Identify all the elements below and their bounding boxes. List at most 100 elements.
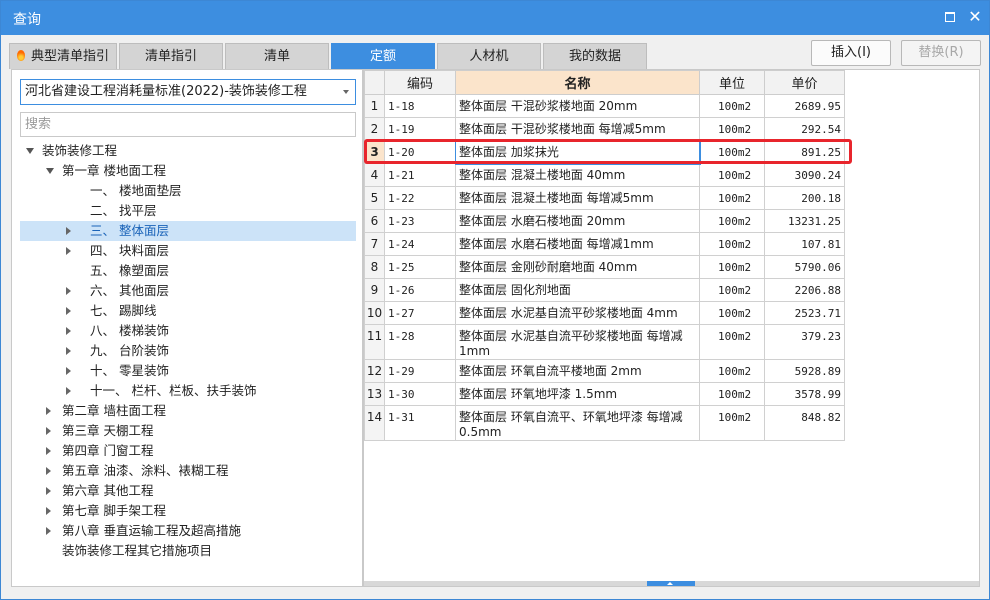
cell-name[interactable]: 整体面层 干混砂浆楼地面 每增减5mm: [455, 117, 700, 141]
collapsed-arrow-icon[interactable]: [66, 287, 71, 295]
cell-code[interactable]: 1-31: [384, 405, 456, 441]
col-header-unit[interactable]: 单位: [699, 70, 765, 95]
scroll-grip[interactable]: [647, 581, 695, 586]
expanded-arrow-icon[interactable]: [26, 148, 34, 154]
tree-node[interactable]: 第二章 墙柱面工程: [12, 401, 362, 421]
row-index[interactable]: 11: [364, 324, 385, 360]
horizontal-scrollbar[interactable]: [364, 581, 979, 586]
tab-typical-bill-guide[interactable]: 典型清单指引: [9, 43, 117, 69]
table-row[interactable]: 11 1-28 整体面层 水泥基自流平砂浆楼地面 每增减1mm 100m2 379.23: [364, 324, 845, 360]
cell-code[interactable]: 1-22: [384, 186, 456, 210]
row-index[interactable]: 10: [364, 301, 385, 325]
row-index[interactable]: 4: [364, 163, 385, 187]
table-row[interactable]: 13 1-30 整体面层 环氧地坪漆 1.5mm 100m2 3578.99: [364, 382, 845, 406]
tree-node[interactable]: 八、 楼梯装饰: [12, 321, 362, 341]
cell-price[interactable]: 379.23: [764, 324, 845, 360]
tree-node[interactable]: 六、 其他面层: [12, 281, 362, 301]
collapsed-arrow-icon[interactable]: [46, 407, 51, 415]
tab-labor-material-machine[interactable]: 人材机: [437, 43, 541, 69]
cell-name[interactable]: 整体面层 环氧地坪漆 1.5mm: [455, 382, 700, 406]
cell-unit[interactable]: 100m2: [699, 209, 765, 233]
cell-name[interactable]: 整体面层 金刚砂耐磨地面 40mm: [455, 255, 700, 279]
cell-price[interactable]: 848.82: [764, 405, 845, 441]
collapsed-arrow-icon[interactable]: [66, 227, 71, 235]
cell-code[interactable]: 1-18: [384, 94, 456, 118]
tree-node[interactable]: 第六章 其他工程: [12, 481, 362, 501]
cell-code[interactable]: 1-19: [384, 117, 456, 141]
tree-node[interactable]: 九、 台阶装饰: [12, 341, 362, 361]
cell-price[interactable]: 292.54: [764, 117, 845, 141]
cell-code[interactable]: 1-29: [384, 359, 456, 383]
table-row[interactable]: 7 1-24 整体面层 水磨石楼地面 每增减1mm 100m2 107.81: [364, 232, 845, 256]
cell-unit[interactable]: 100m2: [699, 117, 765, 141]
cell-unit[interactable]: 100m2: [699, 324, 765, 360]
collapsed-arrow-icon[interactable]: [46, 487, 51, 495]
title-bar[interactable]: 查询 ✕: [1, 1, 989, 35]
collapsed-arrow-icon[interactable]: [66, 367, 71, 375]
tree-node[interactable]: 装饰装修工程: [12, 141, 362, 161]
cell-code[interactable]: 1-23: [384, 209, 456, 233]
row-index[interactable]: 5: [364, 186, 385, 210]
cell-name[interactable]: 整体面层 混凝土楼地面 每增减5mm: [455, 186, 700, 210]
row-index[interactable]: 2: [364, 117, 385, 141]
tree-node[interactable]: 第一章 楼地面工程: [12, 161, 362, 181]
tree-node[interactable]: 一、 楼地面垫层: [12, 181, 362, 201]
collapsed-arrow-icon[interactable]: [66, 327, 71, 335]
tree-node[interactable]: 三、 整体面层: [20, 221, 356, 241]
cell-price[interactable]: 3090.24: [764, 163, 845, 187]
tree-node[interactable]: 装饰装修工程其它措施项目: [12, 541, 362, 561]
cell-name[interactable]: 整体面层 混凝土楼地面 40mm: [455, 163, 700, 187]
tree-node[interactable]: 七、 踢脚线: [12, 301, 362, 321]
cell-unit[interactable]: 100m2: [699, 382, 765, 406]
cell-name[interactable]: 整体面层 干混砂浆楼地面 20mm: [455, 94, 700, 118]
cell-name[interactable]: 整体面层 水磨石楼地面 每增减1mm: [455, 232, 700, 256]
row-index[interactable]: 3: [364, 140, 385, 164]
col-header-code[interactable]: 编码: [384, 70, 456, 95]
table-row[interactable]: 12 1-29 整体面层 环氧自流平楼地面 2mm 100m2 5928.89: [364, 359, 845, 383]
tree-node[interactable]: 十、 零星装饰: [12, 361, 362, 381]
cell-unit[interactable]: 100m2: [699, 94, 765, 118]
cell-name[interactable]: 整体面层 环氧自流平楼地面 2mm: [455, 359, 700, 383]
table-row[interactable]: 9 1-26 整体面层 固化剂地面 100m2 2206.88: [364, 278, 845, 302]
cell-unit[interactable]: 100m2: [699, 140, 765, 164]
tab-my-data[interactable]: 我的数据: [543, 43, 647, 69]
tab-quota[interactable]: 定额: [331, 43, 435, 69]
row-index[interactable]: 8: [364, 255, 385, 279]
cell-unit[interactable]: 100m2: [699, 232, 765, 256]
collapsed-arrow-icon[interactable]: [66, 307, 71, 315]
cell-price[interactable]: 200.18: [764, 186, 845, 210]
cell-code[interactable]: 1-21: [384, 163, 456, 187]
replace-button[interactable]: 替换(R): [901, 40, 981, 66]
cell-unit[interactable]: 100m2: [699, 163, 765, 187]
insert-button[interactable]: 插入(I): [811, 40, 891, 66]
cell-unit[interactable]: 100m2: [699, 278, 765, 302]
cell-unit[interactable]: 100m2: [699, 186, 765, 210]
table-row[interactable]: 6 1-23 整体面层 水磨石楼地面 20mm 100m2 13231.25: [364, 209, 845, 233]
collapsed-arrow-icon[interactable]: [66, 247, 71, 255]
collapsed-arrow-icon[interactable]: [46, 467, 51, 475]
col-header-name[interactable]: 名称: [455, 70, 700, 95]
row-index[interactable]: 12: [364, 359, 385, 383]
row-index[interactable]: 6: [364, 209, 385, 233]
row-index[interactable]: 7: [364, 232, 385, 256]
tab-bill-guide[interactable]: 清单指引: [119, 43, 223, 69]
tree-node[interactable]: 第四章 门窗工程: [12, 441, 362, 461]
collapsed-arrow-icon[interactable]: [46, 447, 51, 455]
collapsed-arrow-icon[interactable]: [66, 387, 71, 395]
row-index[interactable]: 1: [364, 94, 385, 118]
cell-price[interactable]: 2206.88: [764, 278, 845, 302]
expanded-arrow-icon[interactable]: [46, 168, 54, 174]
cell-name[interactable]: 整体面层 环氧自流平、环氧地坪漆 每增减0.5mm: [455, 405, 700, 441]
cell-code[interactable]: 1-20: [384, 140, 456, 164]
collapsed-arrow-icon[interactable]: [66, 347, 71, 355]
row-index[interactable]: 14: [364, 405, 385, 441]
tree-node[interactable]: 第七章 脚手架工程: [12, 501, 362, 521]
cell-name[interactable]: 整体面层 固化剂地面: [455, 278, 700, 302]
table-row[interactable]: 14 1-31 整体面层 环氧自流平、环氧地坪漆 每增减0.5mm 100m2 848.…: [364, 405, 845, 441]
table-row[interactable]: 5 1-22 整体面层 混凝土楼地面 每增减5mm 100m2 200.18: [364, 186, 845, 210]
cell-price[interactable]: 5790.06: [764, 255, 845, 279]
cell-code[interactable]: 1-25: [384, 255, 456, 279]
table-row[interactable]: 8 1-25 整体面层 金刚砂耐磨地面 40mm 100m2 5790.06: [364, 255, 845, 279]
search-input[interactable]: [20, 112, 356, 137]
col-header-price[interactable]: 单价: [764, 70, 845, 95]
